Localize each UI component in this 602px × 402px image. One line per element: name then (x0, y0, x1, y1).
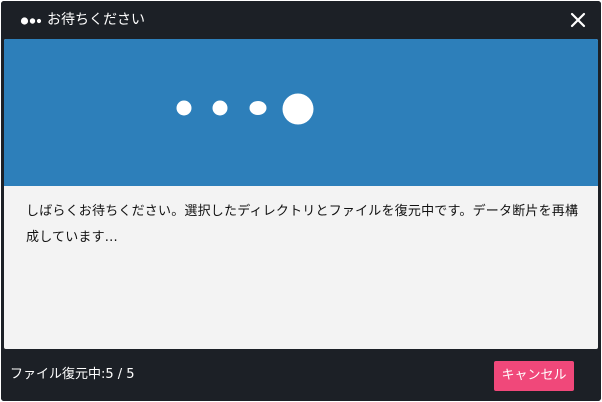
restore-status: ファイル復元中:5 / 5 (10, 366, 135, 384)
progress-banner (4, 39, 598, 186)
dialog-title: お待ちください (47, 12, 145, 28)
restore-status-progress: 5 / 5 (105, 367, 135, 382)
dialog-content: しばらくお待ちください。選択したディレクトリとファイルを復元中です。データ断片を… (4, 39, 598, 349)
loading-dots-icon (172, 91, 316, 131)
restore-status-label: ファイル復元中: (10, 367, 106, 382)
cancel-button[interactable]: キャンセル (494, 361, 574, 391)
wait-dialog: お待ちください しばらくお待ちください。選択したディレクトリとファイルを復元中で… (1, 1, 601, 401)
status-message: しばらくお待ちください。選択したディレクトリとファイルを復元中です。データ断片を… (26, 204, 579, 245)
footer-bar: ファイル復元中:5 / 5 キャンセル (1, 349, 601, 401)
title-bar: お待ちください (1, 1, 601, 39)
close-icon[interactable] (567, 9, 589, 31)
ellipsis-dots-icon (20, 13, 46, 27)
